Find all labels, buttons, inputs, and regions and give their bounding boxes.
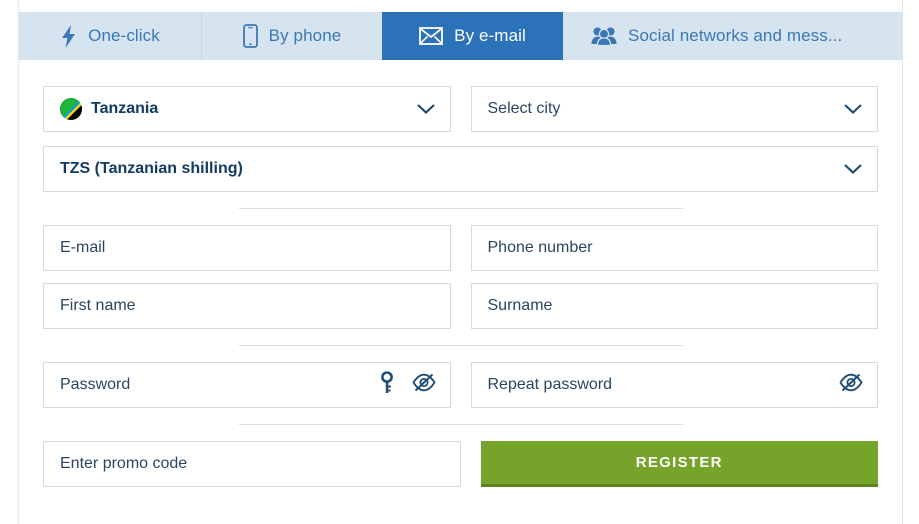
currency-select-value: TZS (Tanzanian shilling) [60, 160, 243, 177]
country-city-row: Tanzania Select city [43, 86, 878, 132]
tab-social-networks[interactable]: Social networks and mess... [563, 12, 902, 60]
password-field-icons [380, 371, 436, 399]
promo-register-row: Enter promo code REGISTER [43, 441, 878, 487]
password-row: Password Repeat password [43, 362, 878, 408]
mobile-phone-icon [242, 24, 258, 48]
tab-one-click-label: One-click [88, 26, 160, 45]
tab-by-email-label: By e-mail [454, 26, 526, 45]
register-button[interactable]: REGISTER [480, 441, 878, 487]
promo-code-field[interactable]: Enter promo code [43, 441, 461, 487]
first-name-field-placeholder: First name [60, 297, 136, 314]
repeat-password-field-placeholder: Repeat password [487, 376, 613, 393]
city-select[interactable]: Select city [470, 86, 878, 132]
email-phone-row: E-mail Phone number [43, 225, 878, 271]
password-field-placeholder: Password [60, 376, 131, 393]
chevron-down-icon [843, 103, 863, 115]
email-field[interactable]: E-mail [43, 225, 451, 271]
email-field-placeholder: E-mail [60, 239, 106, 256]
tab-by-email[interactable]: By e-mail [382, 12, 563, 60]
repeat-password-field-icons [839, 373, 863, 397]
password-field[interactable]: Password [43, 362, 451, 408]
promo-code-field-placeholder: Enter promo code [60, 455, 188, 472]
registration-form: Tanzania Select city TZS (Tanzanian shil… [19, 60, 902, 487]
currency-select[interactable]: TZS (Tanzanian shilling) [43, 146, 878, 192]
lightning-bolt-icon [60, 24, 77, 48]
repeat-password-field[interactable]: Repeat password [470, 362, 878, 408]
registration-method-tabs: One-click By phone By e-mail Social netw… [19, 12, 902, 60]
currency-row: TZS (Tanzanian shilling) [43, 146, 878, 192]
city-select-placeholder: Select city [487, 100, 561, 117]
eye-slash-icon[interactable] [411, 373, 436, 397]
phone-field[interactable]: Phone number [470, 225, 878, 271]
chevron-down-icon [843, 163, 863, 175]
key-icon[interactable] [380, 371, 394, 399]
tab-by-phone-label: By phone [268, 26, 342, 45]
envelope-icon [419, 27, 444, 45]
name-row: First name Surname [43, 283, 878, 329]
tab-one-click[interactable]: One-click [19, 12, 201, 60]
people-group-icon [591, 26, 617, 46]
registration-card: One-click By phone By e-mail Social netw… [18, 0, 903, 524]
surname-field-placeholder: Surname [487, 297, 553, 314]
country-select-value: Tanzania [91, 100, 159, 117]
registration-page: One-click By phone By e-mail Social netw… [0, 0, 919, 524]
chevron-down-icon [416, 103, 436, 115]
first-name-field[interactable]: First name [43, 283, 451, 329]
surname-field[interactable]: Surname [470, 283, 878, 329]
tanzania-flag-icon [60, 98, 82, 120]
tab-social-networks-label: Social networks and mess... [628, 26, 843, 45]
country-select[interactable]: Tanzania [43, 86, 451, 132]
phone-field-placeholder: Phone number [487, 239, 593, 256]
eye-slash-icon[interactable] [839, 373, 863, 397]
tab-by-phone[interactable]: By phone [201, 12, 382, 60]
